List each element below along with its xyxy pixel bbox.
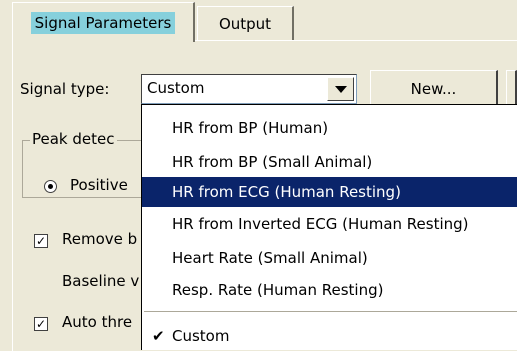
tab-output[interactable]: Output bbox=[197, 6, 294, 40]
checkmark-icon: ✔ bbox=[152, 327, 165, 345]
dropdown-button[interactable] bbox=[327, 77, 354, 101]
tab-signal-parameters-label: Signal Parameters bbox=[30, 11, 176, 34]
auto-threshold-label: Auto thre bbox=[62, 313, 133, 331]
tab-output-label: Output bbox=[218, 14, 272, 33]
signal-type-value: Custom bbox=[147, 79, 205, 97]
signal-type-dropdown-list: HR from BP (Human) HR from BP (Small Ani… bbox=[141, 104, 517, 350]
partial-button[interactable] bbox=[506, 70, 517, 108]
chevron-down-icon bbox=[334, 85, 347, 93]
peak-detection-legend: Peak detec bbox=[30, 130, 117, 148]
list-item-checked[interactable]: ✔ Custom bbox=[142, 321, 517, 351]
new-button[interactable]: New... bbox=[370, 70, 498, 108]
list-item-label: Custom bbox=[172, 327, 230, 345]
list-separator bbox=[144, 311, 517, 312]
signal-type-label: Signal type: bbox=[20, 80, 110, 98]
positive-radio-label: Positive bbox=[70, 176, 128, 194]
auto-threshold-checkbox[interactable]: ✓ bbox=[34, 317, 48, 331]
remove-checkbox[interactable]: ✓ bbox=[34, 234, 48, 248]
baseline-label: Baseline v bbox=[62, 272, 140, 290]
positive-radio[interactable] bbox=[44, 180, 57, 193]
signal-type-combobox[interactable]: Custom bbox=[141, 74, 357, 104]
tab-signal-parameters[interactable]: Signal Parameters bbox=[12, 2, 195, 42]
list-item[interactable]: Heart Rate (Small Animal) bbox=[142, 243, 517, 273]
list-item-selected[interactable]: HR from ECG (Human Resting) bbox=[142, 177, 517, 207]
list-item[interactable]: HR from BP (Human) bbox=[142, 113, 517, 143]
new-button-label: New... bbox=[410, 79, 457, 98]
list-item[interactable]: HR from BP (Small Animal) bbox=[142, 147, 517, 177]
list-item[interactable]: Resp. Rate (Human Resting) bbox=[142, 275, 517, 305]
remove-checkbox-label: Remove b bbox=[62, 230, 138, 248]
list-item[interactable]: HR from Inverted ECG (Human Resting) bbox=[142, 209, 517, 239]
